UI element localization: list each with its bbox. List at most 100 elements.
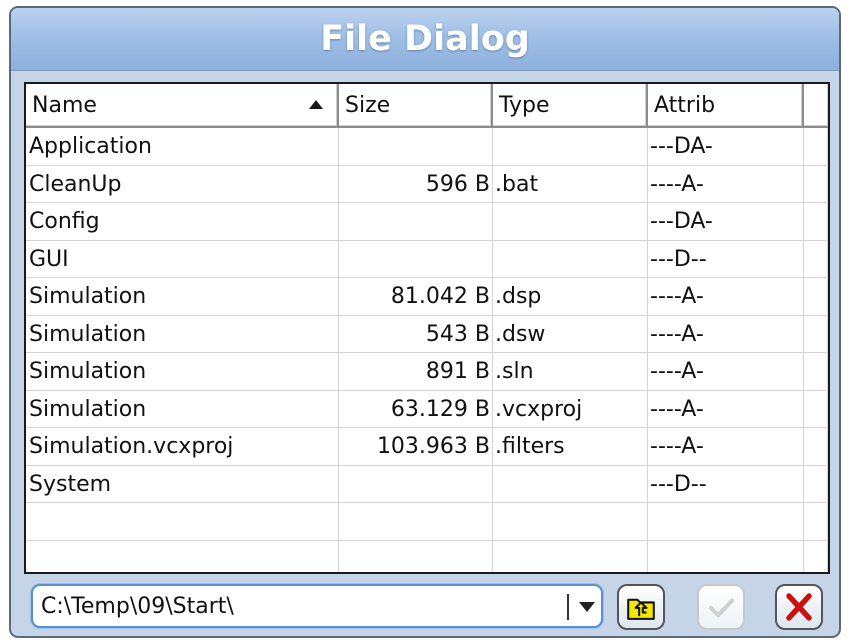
table-row[interactable]: Application ---DA- <box>26 128 828 166</box>
cell-filler <box>804 278 828 316</box>
cell-filler <box>804 315 828 353</box>
column-header-label: Size <box>345 93 391 118</box>
cell-name: Simulation <box>26 315 339 353</box>
path-dropdown-button[interactable] <box>571 586 601 626</box>
cell-filler <box>804 390 828 428</box>
cell-type <box>493 203 648 241</box>
cell-size: 81.042 B <box>339 278 493 316</box>
cell-attrib: ---DA- <box>648 128 804 166</box>
cell-size: 891 B <box>339 353 493 391</box>
checkmark-icon <box>708 598 735 618</box>
table-row[interactable]: CleanUp 596 B .bat ----A- <box>26 165 828 203</box>
cell-filler <box>804 465 828 503</box>
cell-filler <box>804 540 828 572</box>
cell-name: Simulation <box>26 353 339 391</box>
cell-attrib <box>648 540 804 572</box>
cancel-button[interactable] <box>775 584 823 630</box>
cell-attrib: ----A- <box>648 165 804 203</box>
cell-size <box>339 465 493 503</box>
table-row[interactable]: Config ---DA- <box>26 203 828 241</box>
cell-size: 103.963 B <box>339 428 493 466</box>
column-header-type[interactable]: Type <box>493 84 648 128</box>
cell-name: Simulation <box>26 278 339 316</box>
column-header-filler <box>804 84 828 128</box>
cell-size <box>339 540 493 572</box>
cell-filler <box>804 128 828 166</box>
file-dialog-window: File Dialog Name Size Type Attrib Applic… <box>9 6 841 638</box>
sort-ascending-icon <box>309 100 323 109</box>
cell-attrib: ----A- <box>648 278 804 316</box>
table-row[interactable]: Simulation 543 B .dsw ----A- <box>26 315 828 353</box>
column-header-attrib[interactable]: Attrib <box>648 84 804 128</box>
column-header-size[interactable]: Size <box>339 84 493 128</box>
cell-name: GUI <box>26 240 339 278</box>
combobox-separator <box>567 594 569 620</box>
cell-name: System <box>26 465 339 503</box>
parent-folder-button[interactable] <box>617 584 665 630</box>
cell-attrib: ----A- <box>648 353 804 391</box>
table-row[interactable]: Simulation 63.129 B .vcxproj ----A- <box>26 390 828 428</box>
cell-type <box>493 128 648 166</box>
cell-attrib: ---DA- <box>648 203 804 241</box>
cell-name <box>26 540 339 572</box>
table-row[interactable] <box>26 503 828 541</box>
cell-size: 543 B <box>339 315 493 353</box>
cell-filler <box>804 503 828 541</box>
cell-size: 596 B <box>339 165 493 203</box>
column-header-label: Attrib <box>654 93 716 118</box>
cell-type: .vcxproj <box>493 390 648 428</box>
cell-name: CleanUp <box>26 165 339 203</box>
column-header-name[interactable]: Name <box>26 84 339 128</box>
cell-type <box>493 503 648 541</box>
table-row[interactable]: System ---D-- <box>26 465 828 503</box>
path-input[interactable] <box>41 586 561 626</box>
ok-button[interactable] <box>697 584 745 630</box>
cell-attrib: ----A- <box>648 315 804 353</box>
cell-size <box>339 203 493 241</box>
cell-type <box>493 540 648 572</box>
cell-attrib: ----A- <box>648 428 804 466</box>
cell-attrib: ---D-- <box>648 240 804 278</box>
cell-size <box>339 128 493 166</box>
column-header-label: Type <box>499 93 550 118</box>
cell-size <box>339 240 493 278</box>
cell-name: Simulation <box>26 390 339 428</box>
close-icon <box>786 593 812 621</box>
cell-type: .dsw <box>493 315 648 353</box>
title-bar: File Dialog <box>11 8 839 71</box>
table-row[interactable]: Simulation 81.042 B .dsp ----A- <box>26 278 828 316</box>
file-rows: Application ---DA- CleanUp 596 B .bat ----A- C… <box>26 128 828 572</box>
file-list[interactable]: Name Size Type Attrib Application ---DA- C… <box>24 82 830 574</box>
cell-type <box>493 240 648 278</box>
cell-attrib: ----A- <box>648 390 804 428</box>
cell-type: .dsp <box>493 278 648 316</box>
cell-name: Application <box>26 128 339 166</box>
cell-filler <box>804 165 828 203</box>
cell-filler <box>804 240 828 278</box>
chevron-down-icon <box>579 602 595 612</box>
cell-attrib <box>648 503 804 541</box>
cell-name: Simulation.vcxproj <box>26 428 339 466</box>
cell-name <box>26 503 339 541</box>
cell-type: .filters <box>493 428 648 466</box>
table-row[interactable]: Simulation 891 B .sln ----A- <box>26 353 828 391</box>
table-row[interactable] <box>26 540 828 572</box>
cell-type: .sln <box>493 353 648 391</box>
folder-up-icon <box>627 598 655 620</box>
cell-type: .bat <box>493 165 648 203</box>
cell-filler <box>804 428 828 466</box>
list-header: Name Size Type Attrib <box>26 84 828 128</box>
cell-filler <box>804 353 828 391</box>
path-combobox[interactable] <box>31 584 603 628</box>
window-title: File Dialog <box>320 19 530 59</box>
cell-size: 63.129 B <box>339 390 493 428</box>
table-row[interactable]: Simulation.vcxproj 103.963 B .filters ----A… <box>26 428 828 466</box>
cell-filler <box>804 203 828 241</box>
table-row[interactable]: GUI ---D-- <box>26 240 828 278</box>
bottom-bar <box>11 574 839 636</box>
cell-size <box>339 503 493 541</box>
cell-attrib: ---D-- <box>648 465 804 503</box>
cell-type <box>493 465 648 503</box>
column-header-label: Name <box>32 93 97 118</box>
cell-name: Config <box>26 203 339 241</box>
